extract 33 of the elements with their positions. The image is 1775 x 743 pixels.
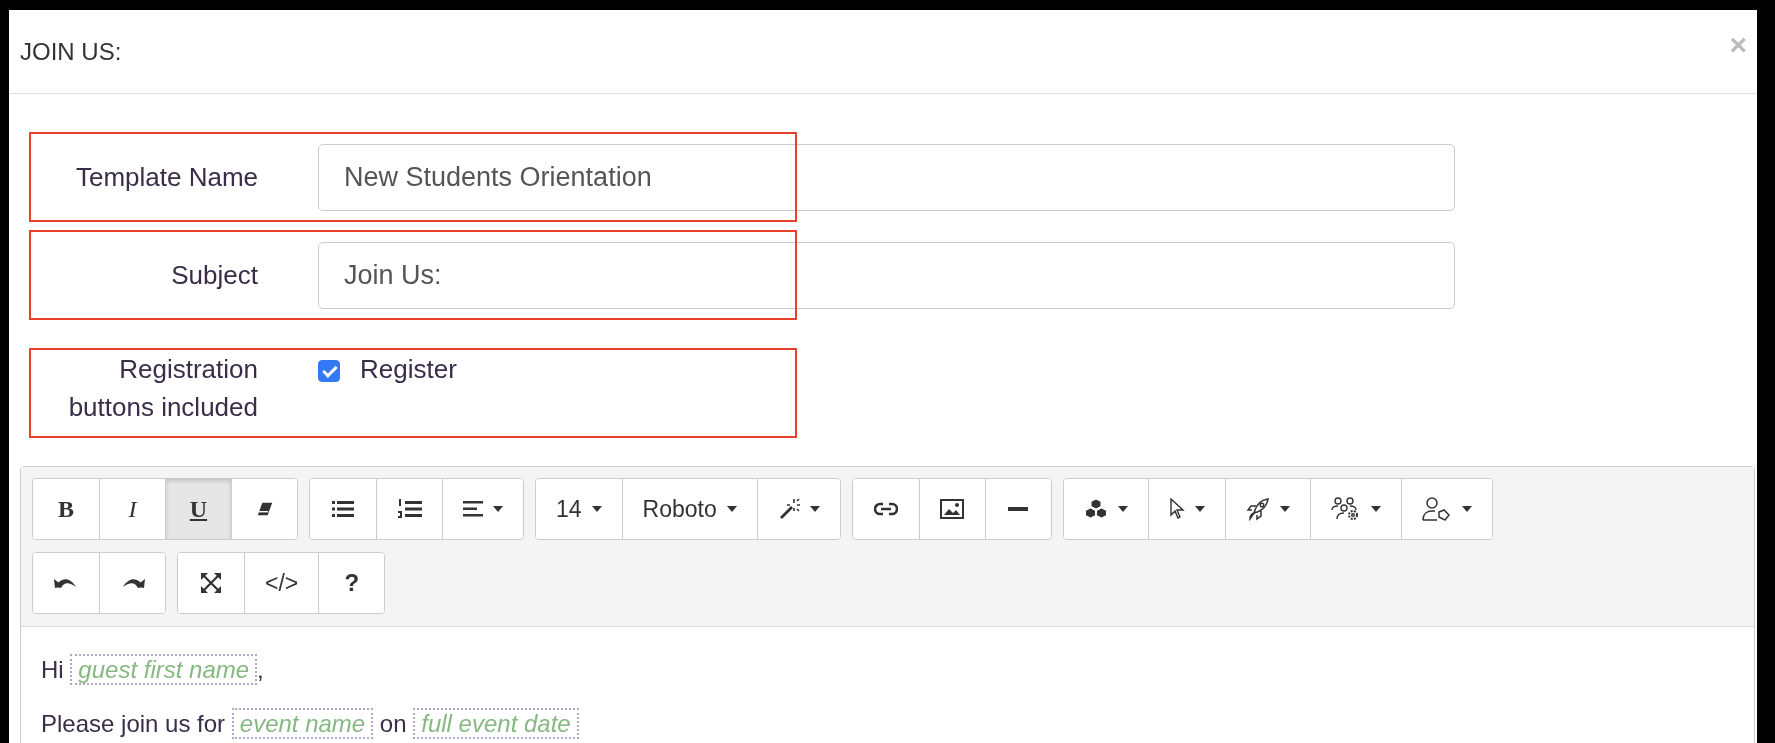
help-button[interactable]: ?	[318, 553, 385, 613]
checkbox[interactable]	[318, 360, 340, 382]
body-text: Please join us for	[41, 710, 227, 737]
checkbox-label: Register	[360, 353, 457, 386]
eraser-button[interactable]	[231, 479, 297, 539]
cursor-icon	[1168, 498, 1185, 520]
text-field[interactable]: Join Us:	[318, 241, 1455, 309]
numbered-list-icon	[397, 499, 422, 519]
person-tag-button[interactable]	[1400, 479, 1492, 539]
body-text: Hi	[41, 656, 65, 683]
text-field[interactable]: New Students Orientation	[318, 143, 1455, 211]
dialog-title: JOIN US:	[20, 37, 122, 66]
eraser-icon	[255, 500, 274, 518]
align-left-button[interactable]	[442, 479, 523, 539]
person-tag-icon	[1421, 497, 1452, 521]
underline-button[interactable]: U	[165, 479, 231, 539]
redo-arrow-icon	[120, 576, 145, 590]
link-icon	[873, 502, 898, 516]
magic-wand-button[interactable]	[756, 479, 840, 539]
align-left-icon	[463, 501, 483, 517]
rocket-icon	[1245, 497, 1270, 521]
image-icon	[940, 499, 965, 519]
undo-arrow-icon	[54, 576, 78, 590]
field-label: Template Name	[74, 161, 258, 194]
field-label: Registration buttons included	[67, 353, 258, 424]
field-label: Subject	[170, 259, 258, 292]
people-gear-icon	[1330, 497, 1361, 521]
fullscreen-icon	[201, 573, 221, 593]
redo-arrow-button[interactable]	[99, 553, 165, 613]
cubes-icon	[1083, 498, 1108, 520]
bullet-list-icon	[332, 500, 354, 518]
body-text: ,	[257, 656, 264, 683]
body-text: on	[378, 710, 408, 737]
